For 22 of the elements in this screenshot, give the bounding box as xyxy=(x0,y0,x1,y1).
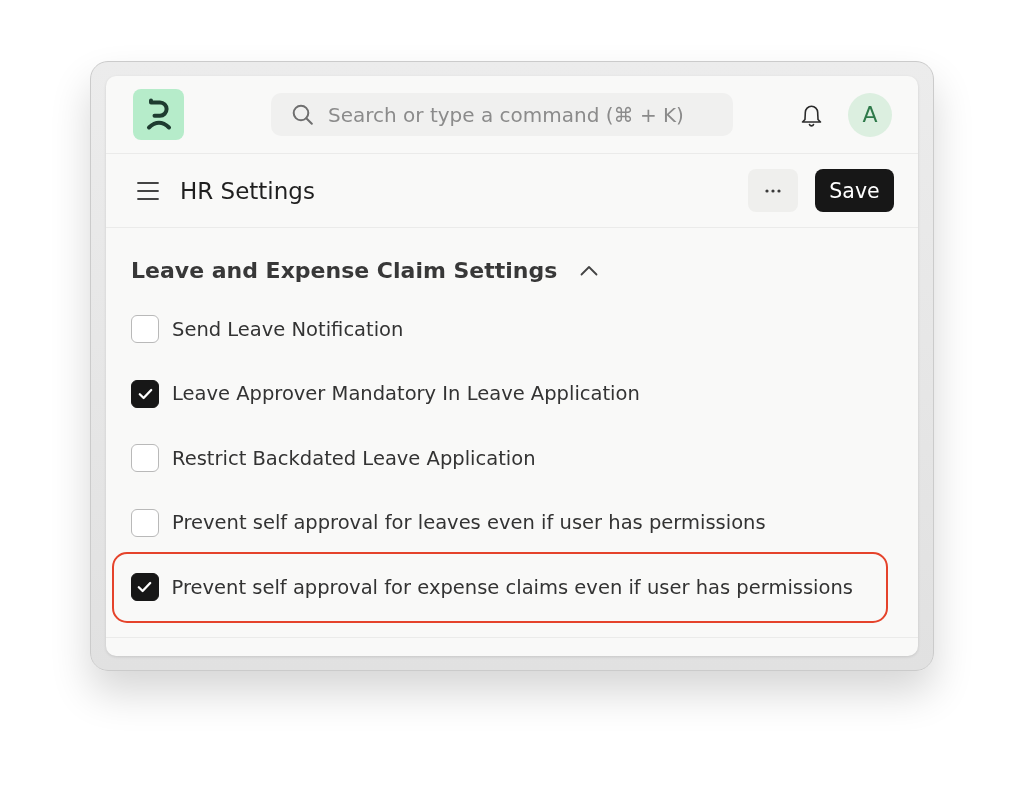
chevron-up-icon[interactable] xyxy=(580,264,599,276)
setting-label: Prevent self approval for expense claims even if user has permissions xyxy=(171,575,853,599)
setting-label: Leave Approver Mandatory In Leave Application xyxy=(172,382,640,406)
checkbox[interactable] xyxy=(131,379,159,408)
checkbox[interactable] xyxy=(131,508,159,537)
checkbox[interactable] xyxy=(130,573,159,602)
checkmark-icon xyxy=(137,581,152,594)
search-field[interactable]: Search or type a command (⌘ + K) xyxy=(271,93,733,136)
page-title: HR Settings xyxy=(180,177,315,204)
checkbox[interactable] xyxy=(131,315,159,344)
save-button[interactable]: Save xyxy=(815,169,894,212)
user-avatar[interactable]: A xyxy=(848,92,892,137)
menu-icon[interactable] xyxy=(137,180,159,201)
checkmark-icon xyxy=(137,387,153,400)
checkbox[interactable] xyxy=(131,444,159,473)
more-icon xyxy=(765,188,781,193)
section-title: Leave and Expense Claim Settings xyxy=(131,257,558,283)
search-icon xyxy=(292,104,313,125)
setting-label: Send Leave Notification xyxy=(172,317,404,341)
setting-label: Restrict Backdated Leave Application xyxy=(172,446,536,470)
setting-label: Prevent self approval for leaves even if user has permissions xyxy=(172,511,766,535)
logo-icon[interactable] xyxy=(133,89,184,140)
